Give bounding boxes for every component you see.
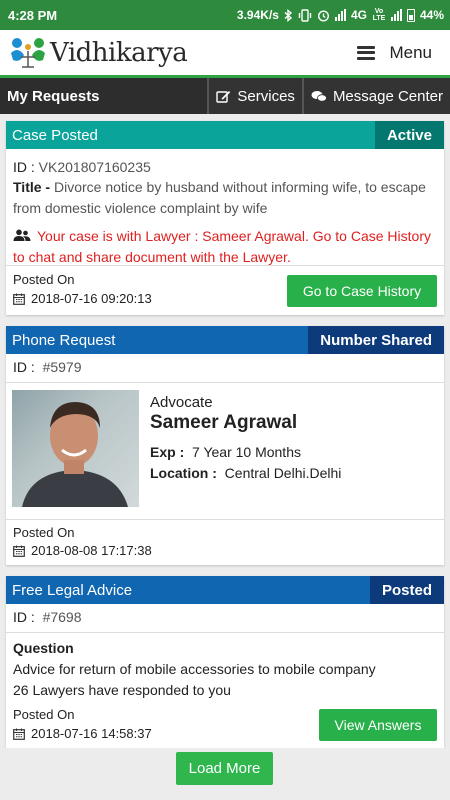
app-header: Vidhikarya Menu bbox=[0, 30, 450, 78]
card-divider-2 bbox=[6, 519, 444, 520]
vibrate-icon bbox=[298, 8, 312, 22]
location-value: Central Delhi.Delhi bbox=[224, 465, 342, 481]
signal-icon bbox=[334, 9, 346, 21]
volte-indicator: Vo LTE bbox=[372, 8, 386, 22]
lawyer-name: Sameer Agrawal bbox=[150, 412, 298, 433]
responses-count: 26 Lawyers have responded to you bbox=[13, 682, 231, 698]
posted-on-label: Posted On bbox=[13, 272, 75, 287]
card-divider bbox=[6, 265, 444, 266]
posted-on-date: 2018-07-16 14:58:37 bbox=[13, 726, 152, 741]
logo-text: Vidhikarya bbox=[50, 37, 188, 68]
calendar-icon bbox=[13, 728, 25, 740]
posted-date: 2018-08-08 17:17:38 bbox=[31, 543, 152, 558]
services-button[interactable]: Services bbox=[207, 78, 302, 114]
status-badge: Number Shared bbox=[308, 326, 444, 354]
card-header: Free Legal Advice Posted bbox=[6, 576, 444, 604]
exp-value: 7 Year 10 Months bbox=[192, 444, 301, 460]
signal-icon-2 bbox=[390, 9, 402, 21]
battery-icon bbox=[406, 8, 415, 22]
bluetooth-icon bbox=[284, 8, 293, 22]
exp-label: Exp : bbox=[150, 444, 185, 460]
logo-mark-icon bbox=[11, 37, 45, 68]
advice-id-row: ID : #7698 bbox=[6, 604, 444, 631]
logo[interactable]: Vidhikarya bbox=[8, 33, 188, 73]
status-bar: 4:28 PM 3.94K/s 4G Vo LTE 44% bbox=[0, 0, 450, 30]
case-title-row: Title - Divorce notice by husband withou… bbox=[6, 177, 444, 219]
message-center-button[interactable]: Message Center bbox=[301, 78, 450, 114]
network-type: 4G bbox=[350, 8, 367, 22]
load-more-button[interactable]: Load More bbox=[176, 752, 273, 785]
posted-on-label: Posted On bbox=[13, 525, 75, 540]
hamburger-icon bbox=[357, 45, 376, 60]
services-label: Services bbox=[237, 87, 295, 105]
requests-nav: My Requests Services Message Center bbox=[0, 78, 450, 114]
lawyer-photo[interactable] bbox=[12, 390, 139, 507]
page-title: My Requests bbox=[7, 87, 100, 105]
location-label: Location : bbox=[150, 465, 217, 481]
posted-on-date: 2018-08-08 17:17:38 bbox=[13, 543, 152, 558]
view-answers-button[interactable]: View Answers bbox=[319, 709, 437, 741]
id-label: ID : bbox=[13, 359, 35, 375]
card-divider bbox=[6, 632, 444, 633]
request-card-advice: Free Legal Advice Posted ID : #7698 Ques… bbox=[6, 576, 444, 748]
posted-date: 2018-07-16 09:20:13 bbox=[31, 291, 152, 306]
case-notice: Your case is with Lawyer : Sameer Agrawa… bbox=[6, 219, 444, 268]
case-title: Divorce notice by husband without inform… bbox=[13, 179, 426, 216]
chat-icon bbox=[311, 90, 327, 102]
card-header: Case Posted Active bbox=[6, 121, 444, 149]
experience-row: Exp : 7 Year 10 Months bbox=[150, 444, 301, 460]
status-badge: Active bbox=[374, 121, 444, 149]
request-card-case: Case Posted Active ID : VK201807160235 T… bbox=[6, 121, 444, 315]
id-label: ID : bbox=[13, 609, 35, 625]
notice-text: Your case is with Lawyer : Sameer Agrawa… bbox=[13, 228, 431, 265]
status-badge: Posted bbox=[369, 576, 444, 604]
lawyer-role: Advocate bbox=[150, 394, 213, 411]
phone-id: #5979 bbox=[42, 359, 82, 375]
card-type: Phone Request bbox=[12, 331, 116, 349]
posted-date: 2018-07-16 14:58:37 bbox=[31, 726, 152, 741]
id-label: ID : bbox=[13, 159, 35, 175]
lawyer-avatar-icon bbox=[22, 402, 128, 507]
status-time: 4:28 PM bbox=[8, 7, 58, 23]
card-type: Free Legal Advice bbox=[12, 581, 133, 599]
menu-button[interactable]: Menu bbox=[357, 43, 432, 63]
posted-on-label: Posted On bbox=[13, 707, 75, 722]
calendar-icon bbox=[13, 545, 25, 557]
card-type: Case Posted bbox=[12, 126, 98, 144]
net-speed: 3.94K/s bbox=[236, 8, 279, 22]
card-divider bbox=[6, 382, 444, 383]
calendar-icon bbox=[13, 293, 25, 305]
alarm-icon bbox=[317, 9, 329, 22]
request-card-phone: Phone Request Number Shared ID : #5979 A… bbox=[6, 326, 444, 565]
case-id-row: ID : VK201807160235 bbox=[6, 149, 444, 177]
card-header: Phone Request Number Shared bbox=[6, 326, 444, 354]
requests-list[interactable]: Case Posted Active ID : VK201807160235 T… bbox=[0, 116, 450, 748]
message-center-label: Message Center bbox=[332, 87, 443, 105]
location-row: Location : Central Delhi.Delhi bbox=[150, 465, 341, 481]
title-label: Title - bbox=[13, 179, 51, 195]
go-to-case-history-button[interactable]: Go to Case History bbox=[287, 275, 437, 307]
battery-level: 44% bbox=[419, 8, 444, 22]
posted-on-date: 2018-07-16 09:20:13 bbox=[13, 291, 152, 306]
phone-id-row: ID : #5979 bbox=[6, 354, 444, 381]
menu-label: Menu bbox=[389, 42, 432, 62]
question-label: Question bbox=[13, 640, 74, 656]
edit-icon bbox=[216, 91, 231, 103]
users-icon bbox=[13, 229, 31, 241]
case-id: VK201807160235 bbox=[38, 159, 151, 175]
question-text: Advice for return of mobile accessories … bbox=[13, 661, 376, 677]
advice-id: #7698 bbox=[42, 609, 82, 625]
